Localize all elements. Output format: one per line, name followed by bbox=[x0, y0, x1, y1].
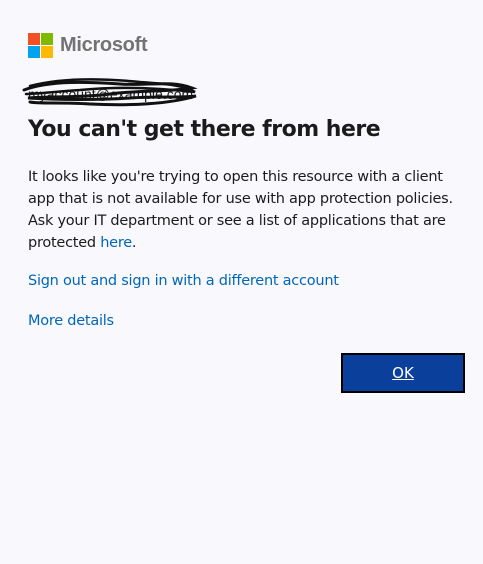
microsoft-logo: Microsoft bbox=[28, 31, 148, 59]
redaction-scribble bbox=[22, 78, 198, 107]
page-title: You can't get there from here bbox=[28, 117, 381, 142]
more-details-link[interactable]: More details bbox=[28, 313, 114, 329]
microsoft-logo-icon bbox=[28, 32, 53, 58]
description-text: It looks like you're trying to open this… bbox=[28, 169, 453, 251]
description-end: . bbox=[131, 235, 137, 251]
error-description: It looks like you're trying to open this… bbox=[28, 166, 468, 254]
brand-name: Microsoft bbox=[60, 33, 148, 56]
account-identifier: myaccount@example.com bbox=[22, 78, 198, 107]
sign-out-link[interactable]: Sign out and sign in with a different ac… bbox=[28, 273, 339, 289]
ok-button[interactable]: OK bbox=[341, 353, 465, 393]
protected-apps-link[interactable]: here bbox=[100, 235, 132, 251]
